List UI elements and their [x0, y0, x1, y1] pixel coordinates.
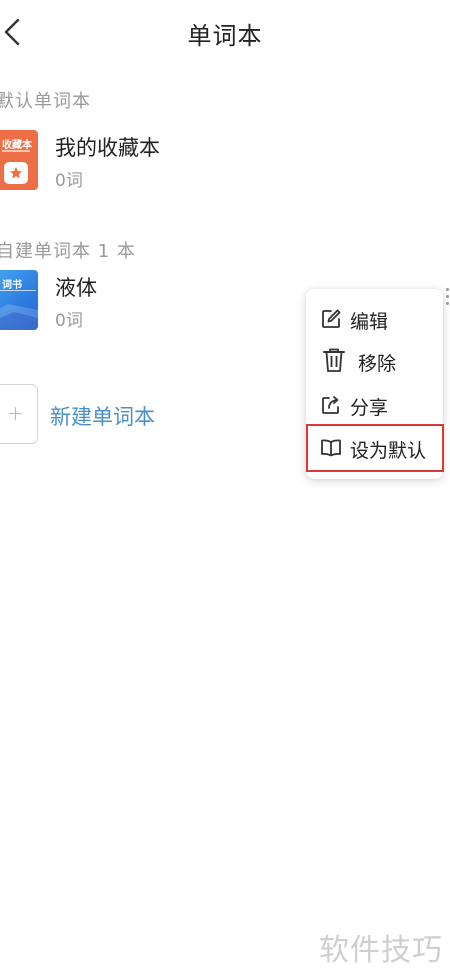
- plus-icon: +: [7, 401, 24, 425]
- book-icon: [321, 439, 341, 457]
- menu-label: 分享: [350, 397, 389, 419]
- share-icon: [322, 396, 339, 414]
- book-name: 我的收藏本: [55, 136, 160, 160]
- new-wordbook-button[interactable]: + 新建单词本: [0, 384, 240, 446]
- add-box: +: [0, 384, 38, 444]
- more-options-button[interactable]: [445, 288, 450, 308]
- cover-title: 收藏本: [2, 140, 32, 151]
- menu-item-set-default[interactable]: 设为默认: [306, 424, 444, 472]
- new-wordbook-label: 新建单词本: [50, 405, 155, 429]
- page-title: 单词本: [187, 22, 263, 50]
- wave-decoration-icon: [0, 304, 38, 330]
- menu-item-share[interactable]: 分享: [306, 385, 443, 425]
- menu-label: 设为默认: [350, 440, 427, 462]
- trash-icon: [323, 348, 345, 372]
- menu-label: 移除: [358, 353, 397, 375]
- star-badge-icon: [4, 162, 28, 184]
- watermark: 软件技巧: [319, 933, 443, 968]
- book-item-liquid[interactable]: 词书 液体 0词: [0, 270, 300, 334]
- dot-icon: [446, 295, 449, 298]
- dot-icon: [446, 302, 449, 305]
- edit-icon: [322, 309, 341, 328]
- menu-label: 编辑: [350, 311, 389, 333]
- section-title-default: 默认单词本: [0, 91, 91, 112]
- book-name: 液体: [55, 276, 97, 300]
- top-bar: 单词本: [0, 0, 450, 64]
- book-cover: 词书: [0, 270, 38, 330]
- book-word-count: 0词: [55, 311, 83, 331]
- book-item-favorites[interactable]: 收藏本 我的收藏本 0词: [0, 130, 300, 194]
- cover-title: 词书: [2, 280, 22, 291]
- menu-item-edit[interactable]: 编辑: [306, 299, 443, 339]
- context-menu: 编辑 移除 分享 设为默认: [306, 289, 444, 479]
- menu-item-remove[interactable]: 移除: [306, 341, 443, 381]
- section-title-custom: 自建单词本 1 本: [0, 241, 136, 262]
- book-cover: 收藏本: [0, 130, 38, 190]
- dot-icon: [446, 288, 449, 291]
- book-word-count: 0词: [55, 171, 83, 191]
